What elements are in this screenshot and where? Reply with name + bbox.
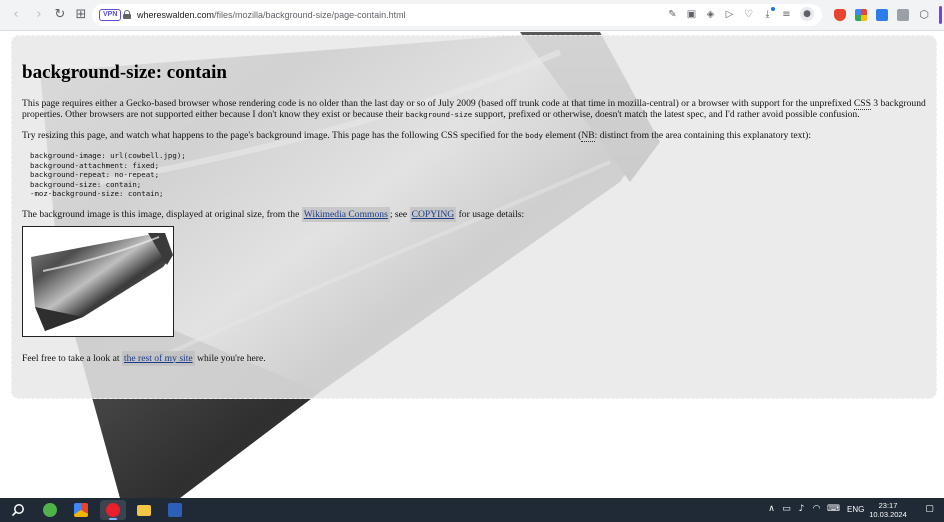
- copying-link[interactable]: COPYING: [409, 206, 457, 222]
- taskbar-paint-button[interactable]: [68, 500, 94, 520]
- footer-text-1: Feel free to take a look at: [22, 352, 122, 364]
- intro-paragraph: This page requires either a Gecko-based …: [22, 98, 926, 120]
- inline-code-body: body: [525, 131, 543, 140]
- url-text[interactable]: whereswalden.com/files/mozilla/backgroun…: [137, 9, 406, 21]
- file-explorer-icon: [137, 505, 151, 516]
- back-button[interactable]: ‹: [8, 7, 24, 23]
- css-line: -moz-background-size: contain;: [30, 189, 164, 198]
- search-icon: [11, 504, 24, 517]
- taskbar-search-button[interactable]: [5, 500, 31, 520]
- opera-icon: [106, 503, 120, 517]
- taskbar-opera-button[interactable]: [100, 500, 126, 520]
- window-extension-icon[interactable]: [897, 9, 909, 21]
- image-text-2: ; see: [389, 208, 410, 220]
- keyboard-icon[interactable]: ⌨: [826, 504, 841, 515]
- tabs-grid-button[interactable]: ⊞: [73, 7, 89, 23]
- rest-of-site-link[interactable]: the rest of my site: [121, 350, 195, 366]
- cowbell-image: [22, 225, 174, 337]
- css-code-block: background-image: url(cowbell.jpg); backg…: [30, 151, 926, 199]
- css-line: background-image: url(cowbell.jpg);: [30, 151, 186, 160]
- resize-paragraph: Try resizing this page, and watch what h…: [22, 130, 926, 142]
- play-icon[interactable]: ▷: [724, 8, 735, 21]
- css-line: background-size: contain;: [30, 179, 142, 189]
- chevron-up-icon[interactable]: ∧: [766, 504, 777, 515]
- reload-button[interactable]: ↻: [52, 7, 68, 23]
- profile-icon[interactable]: ●: [800, 7, 814, 21]
- shield-check-icon[interactable]: ◈: [705, 8, 716, 21]
- sidebar-toggle[interactable]: [939, 6, 942, 24]
- edit-icon[interactable]: ✎: [667, 8, 678, 21]
- people-extension-icon[interactable]: [876, 9, 888, 21]
- resize-text-3: : distinct from the area containing this…: [594, 130, 811, 141]
- css-line: background-repeat: no-repeat;: [30, 170, 160, 179]
- abbr-nb: NB: [581, 130, 595, 142]
- clock-time: 23:17: [878, 501, 898, 510]
- battery-icon[interactable]: ▭: [781, 504, 792, 515]
- clock[interactable]: 23:17 10.03.2024: [868, 501, 908, 519]
- download-indicator: [771, 7, 775, 11]
- taskbar-utorrent-button[interactable]: [37, 500, 63, 520]
- intro-text-3: support, prefixed or otherwise, doesn't …: [472, 109, 860, 120]
- language-indicator[interactable]: ENG: [847, 505, 864, 515]
- resize-text-1: Try resizing this page, and watch what h…: [22, 130, 526, 141]
- menu-lines-icon[interactable]: ≡: [781, 8, 792, 21]
- cube-extension-icon[interactable]: ⬡: [918, 9, 930, 21]
- image-text-1: The background image is this image, disp…: [22, 208, 302, 220]
- utorrent-icon: [43, 503, 57, 517]
- footer-text-2: while you're here.: [194, 352, 266, 364]
- css-line: background-attachment: fixed;: [30, 160, 160, 170]
- address-bar-actions: ✎ ▣ ◈ ▷ ♡ ⤓ ≡ ●: [667, 7, 814, 21]
- explanatory-content: background-size: contain This page requi…: [11, 35, 937, 399]
- url-host: whereswalden.com: [137, 10, 215, 20]
- adblock-shield-icon[interactable]: [834, 9, 846, 21]
- forward-button[interactable]: ›: [31, 7, 47, 23]
- heart-icon[interactable]: ♡: [743, 8, 754, 21]
- wikimedia-commons-link[interactable]: Wikimedia Commons: [301, 206, 390, 222]
- lock-icon[interactable]: [123, 10, 131, 19]
- volume-icon[interactable]: ♪: [796, 504, 807, 515]
- image-text-3: for usage details:: [456, 208, 525, 220]
- intro-text-1: This page requires either a Gecko-based …: [22, 98, 854, 109]
- word-icon: [168, 503, 182, 517]
- taskbar-file-explorer-button[interactable]: [131, 500, 157, 520]
- download-icon[interactable]: ⤓: [762, 7, 775, 21]
- url-path: /files/mozilla/background-size/page-cont…: [214, 10, 406, 20]
- camera-icon[interactable]: ▣: [686, 8, 697, 21]
- clock-date: 10.03.2024: [869, 510, 907, 519]
- extensions-bar: ⬡: [828, 5, 944, 25]
- resize-text-2: element (: [542, 130, 582, 141]
- paint-icon: [74, 503, 88, 517]
- taskbar: ∧ ▭ ♪ ◠ ⌨ ENG 23:17 10.03.2024 ▢: [0, 498, 944, 522]
- page-title: background-size: contain: [22, 62, 227, 83]
- system-tray: ∧ ▭ ♪ ◠ ⌨ ENG 23:17 10.03.2024 ▢: [744, 498, 944, 522]
- vpn-badge[interactable]: VPN: [99, 9, 122, 21]
- wifi-icon[interactable]: ◠: [811, 504, 822, 515]
- address-bar[interactable]: VPN whereswalden.com/files/mozilla/backg…: [92, 4, 822, 26]
- image-source-paragraph: The background image is this image, disp…: [22, 206, 926, 222]
- notifications-icon[interactable]: ▢: [924, 504, 935, 515]
- page-viewport[interactable]: background-size: contain This page requi…: [0, 32, 944, 498]
- footer-paragraph: Feel free to take a look at the rest of …: [22, 350, 926, 366]
- taskbar-word-button[interactable]: [162, 500, 188, 520]
- apps-grid-icon[interactable]: [855, 9, 867, 21]
- inline-code-background-size: background-size: [405, 110, 473, 119]
- browser-toolbar: ‹ › ↻ ⊞ VPN whereswalden.com/files/mozil…: [0, 0, 944, 31]
